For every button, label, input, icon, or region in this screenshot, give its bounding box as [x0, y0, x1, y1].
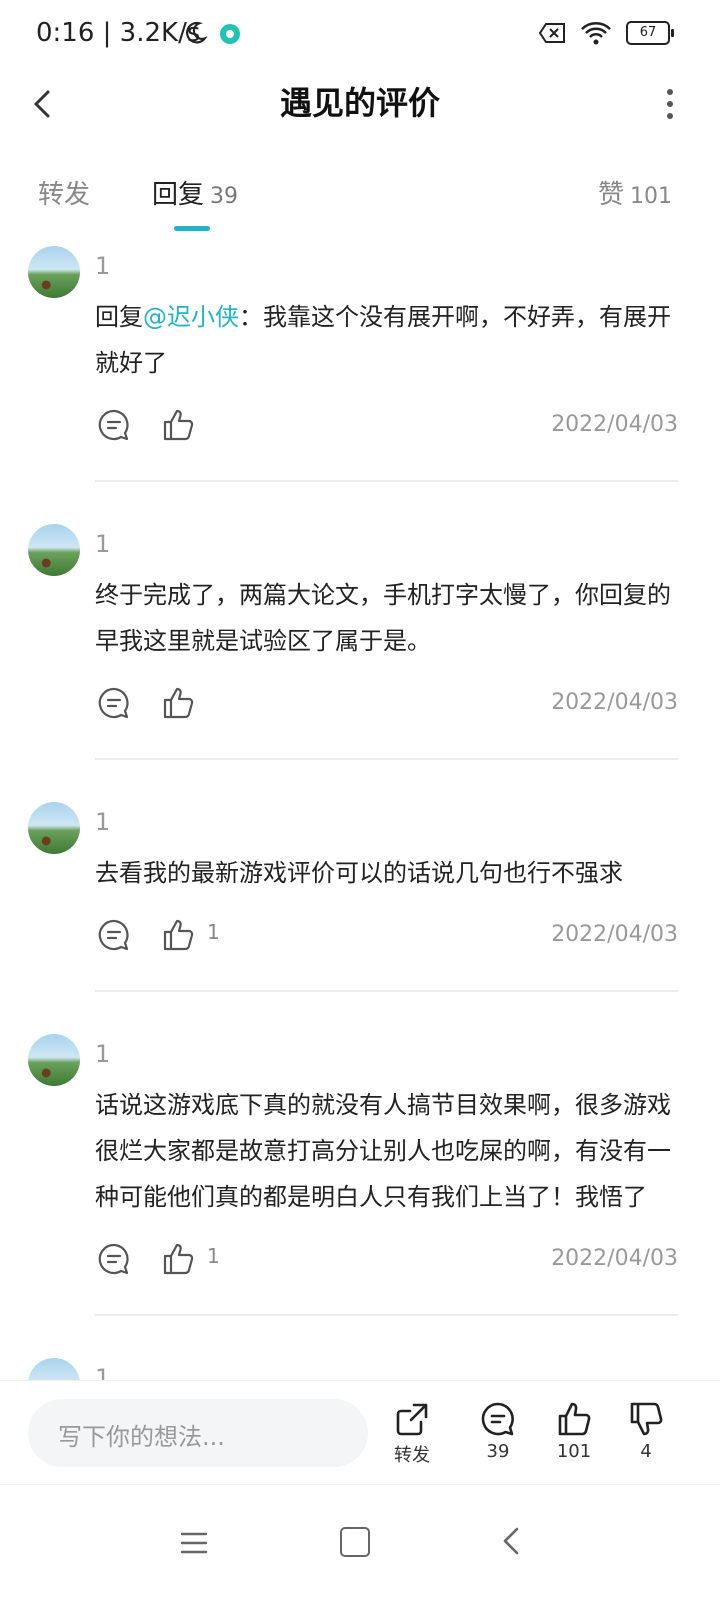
dislike-count: 4 [640, 1441, 652, 1462]
tab-reply[interactable]: 回复 39 [152, 174, 238, 211]
thumb-up-icon[interactable] [161, 686, 195, 720]
tab-likes[interactable]: 赞 101 [598, 174, 672, 211]
thumb-up-icon[interactable] [161, 408, 195, 442]
avatar[interactable] [28, 1034, 80, 1086]
comment-actions: 2022/04/03 [95, 400, 678, 460]
comment-item: 1 [0, 1358, 720, 1380]
header: 遇见的评价 [0, 70, 720, 150]
tab-bar: 转发 回复 39 赞 101 [0, 170, 720, 240]
divider [95, 1314, 678, 1316]
comment-button[interactable]: 39 [468, 1401, 528, 1462]
comment-text: 话说这游戏底下真的就没有人搞节目效果啊，很多游戏很烂大家都是故意打高分让别人也吃… [95, 1091, 671, 1211]
comment-icon [481, 1402, 514, 1436]
divider [95, 480, 678, 482]
like-count: 1 [207, 1244, 220, 1268]
comment-date: 2022/04/03 [551, 412, 678, 437]
mention-link[interactable]: @迟小侠 [143, 303, 239, 331]
thumb-up-icon[interactable] [161, 1242, 195, 1276]
nav-back-icon[interactable] [500, 1527, 524, 1555]
reply-prefix: 回复 [95, 303, 143, 331]
comment-count: 39 [486, 1441, 510, 1462]
comment-input[interactable]: 写下你的想法... [28, 1399, 368, 1467]
comment-icon[interactable] [97, 408, 131, 442]
repost-button[interactable]: 转发 [382, 1401, 442, 1467]
system-nav-bar [0, 1484, 720, 1601]
tab-indicator [174, 226, 210, 231]
avatar[interactable] [28, 802, 80, 854]
comment-icon[interactable] [97, 918, 131, 952]
comment-item: 1 去看我的最新游戏评价可以的话说几句也行不强求 1 2022/04/03 [0, 802, 720, 992]
more-icon[interactable] [660, 86, 680, 122]
comment-icon[interactable] [97, 1242, 131, 1276]
menu-icon[interactable] [180, 1529, 208, 1557]
tab-likes-count: 101 [630, 184, 672, 209]
comment-author[interactable]: 1 [95, 1358, 678, 1380]
thumb-up-icon[interactable] [161, 918, 195, 952]
comment-text: 回复@迟小侠：我靠这个没有展开啊，不好弄，有展开就好了 [95, 294, 678, 386]
avatar[interactable] [28, 1358, 80, 1380]
home-icon[interactable] [340, 1527, 370, 1557]
wifi-icon [581, 22, 611, 45]
page-title: 遇见的评价 [279, 84, 440, 122]
comment-author[interactable]: 1 [95, 524, 678, 558]
share-icon [396, 1403, 428, 1436]
battery-icon: 67 [626, 21, 674, 45]
tab-likes-label: 赞 [597, 180, 624, 210]
comment-item: 1 终于完成了，两篇大论文，手机打字太慢了，你回复的早我这里就是试验区了属于是。… [0, 524, 720, 760]
like-count: 1 [207, 920, 220, 944]
tab-reply-count: 39 [210, 184, 239, 209]
status-time: 0:16 | 3.2K/s [36, 18, 201, 48]
comment-author[interactable]: 1 [95, 1034, 678, 1068]
comment-icon[interactable] [97, 686, 131, 720]
comment-actions: 1 2022/04/03 [95, 1234, 678, 1294]
comment-actions: 1 2022/04/03 [95, 910, 678, 970]
dislike-button[interactable]: 4 [616, 1401, 676, 1462]
moon-icon [186, 21, 208, 44]
status-bar: 0:16 | 3.2K/s 67 [0, 0, 720, 70]
repost-label: 转发 [394, 1445, 430, 1466]
comment-input-placeholder: 写下你的想法... [58, 1423, 225, 1451]
comment-actions: 2022/04/03 [95, 678, 678, 738]
comment-author[interactable]: 1 [95, 246, 678, 280]
comment-date: 2022/04/03 [551, 922, 678, 947]
divider [95, 758, 678, 760]
no-sim-icon [538, 23, 565, 43]
comment-text: 终于完成了，两篇大论文，手机打字太慢了，你回复的早我这里就是试验区了属于是。 [95, 581, 671, 655]
comment-item: 1 话说这游戏底下真的就没有人搞节目效果啊，很多游戏很烂大家都是故意打高分让别人… [0, 1034, 720, 1316]
avatar[interactable] [28, 246, 80, 298]
like-button[interactable]: 101 [544, 1401, 604, 1462]
thumb-up-icon [558, 1402, 591, 1436]
comment-author[interactable]: 1 [95, 802, 678, 836]
comment-item: 1 回复@迟小侠：我靠这个没有展开啊，不好弄，有展开就好了 2022/04/03 [0, 246, 720, 482]
vpn-status-icon [220, 24, 240, 44]
bottom-action-bar: 写下你的想法... 转发 39 101 4 [0, 1380, 720, 1485]
comment-date: 2022/04/03 [551, 1246, 678, 1271]
thumb-down-icon [630, 1402, 663, 1436]
comment-date: 2022/04/03 [551, 690, 678, 715]
tab-repost[interactable]: 转发 [38, 174, 90, 211]
avatar[interactable] [28, 524, 80, 576]
like-count: 101 [556, 1441, 592, 1462]
comment-text: 去看我的最新游戏评价可以的话说几句也行不强求 [95, 859, 623, 887]
tab-repost-label: 转发 [38, 180, 91, 210]
divider [95, 990, 678, 992]
comment-list[interactable]: 1 回复@迟小侠：我靠这个没有展开啊，不好弄，有展开就好了 2022/04/03… [0, 240, 720, 1380]
tab-reply-label: 回复 [152, 180, 205, 210]
